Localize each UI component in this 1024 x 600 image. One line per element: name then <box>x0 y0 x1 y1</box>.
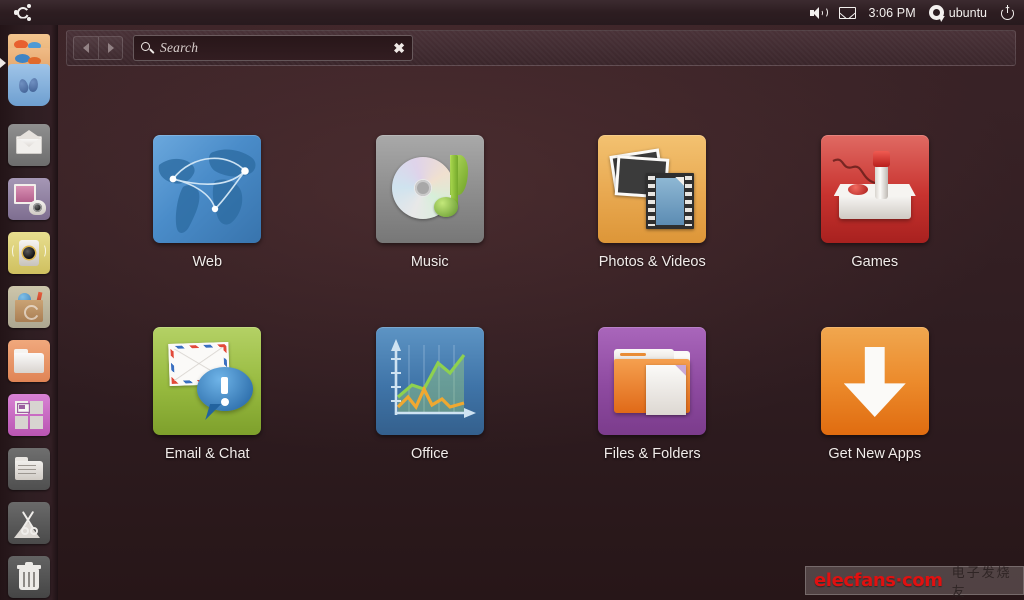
clock-label: 3:06 PM <box>869 6 916 20</box>
dash-search-bar: Search ✖ <box>66 30 1016 66</box>
launcher-item-ubuntu-software-center[interactable] <box>0 280 58 334</box>
watermark: elecfans·com 电子发烧友 <box>805 566 1024 595</box>
launcher-item-accessories[interactable] <box>0 496 58 550</box>
app-label: Web <box>192 254 222 270</box>
rhythmbox-music-icon <box>8 232 50 274</box>
dash-app-games[interactable]: Games <box>795 135 955 270</box>
download-arrow-icon <box>844 347 906 417</box>
top-panel: 3:06 PM ubuntu <box>0 0 1024 25</box>
launcher-item-workspace-switcher[interactable] <box>0 388 58 442</box>
volume-indicator[interactable] <box>810 6 826 20</box>
files-manager-icon <box>8 448 50 490</box>
app-label: Files & Folders <box>604 446 701 462</box>
launcher-item-mail-client[interactable] <box>0 118 58 172</box>
web-icon <box>153 135 261 243</box>
scissors-icon <box>8 502 50 544</box>
clock-indicator[interactable]: 3:06 PM <box>869 6 916 20</box>
app-label: Office <box>411 446 449 462</box>
cheese-webcam-icon <box>8 178 50 220</box>
username-label: ubuntu <box>949 6 987 20</box>
clear-search-button[interactable]: ✖ <box>393 41 405 55</box>
dash-app-web[interactable]: Web <box>127 135 287 270</box>
games-icon <box>821 135 929 243</box>
photos-videos-icon <box>598 135 706 243</box>
arrow-left-icon <box>83 43 89 53</box>
office-icon <box>376 327 484 435</box>
dash-navigation-buttons <box>73 36 123 60</box>
mail-icon <box>839 7 856 19</box>
panel-indicators: 3:06 PM ubuntu <box>810 5 1024 20</box>
launcher-item-trash[interactable] <box>0 550 58 600</box>
session-indicator[interactable]: ubuntu <box>929 5 987 20</box>
app-label: Get New Apps <box>828 446 921 462</box>
mail-client-icon <box>8 124 50 166</box>
unity-launcher <box>0 25 58 600</box>
arrow-right-icon <box>108 43 114 53</box>
app-label: Photos & Videos <box>599 254 706 270</box>
power-icon <box>1000 5 1015 20</box>
get-new-apps-icon <box>821 327 929 435</box>
music-icon <box>376 135 484 243</box>
dash-app-office[interactable]: Office <box>350 327 510 462</box>
ubuntu-logo-icon <box>15 4 32 21</box>
app-label: Music <box>411 254 449 270</box>
email-chat-icon <box>153 327 261 435</box>
launcher-item-rhythmbox-music[interactable] <box>0 226 58 280</box>
ubuntu-logo-button[interactable] <box>0 0 46 25</box>
dash-app-grid: Web Music Photos & Videos <box>58 135 1024 462</box>
search-placeholder: Search <box>160 40 393 56</box>
dash-app-photos-videos[interactable]: Photos & Videos <box>572 135 732 270</box>
stack-icon-bottom <box>8 64 50 106</box>
trash-icon <box>8 556 50 598</box>
launcher-item-cheese-webcam[interactable] <box>0 172 58 226</box>
dash-app-get-new-apps[interactable]: Get New Apps <box>795 327 955 462</box>
search-icon <box>141 42 154 55</box>
launcher-item-home-folder[interactable] <box>0 334 58 388</box>
dash-app-email-chat[interactable]: Email & Chat <box>127 327 287 462</box>
search-input[interactable]: Search ✖ <box>133 35 413 61</box>
workspace-switcher-icon <box>8 394 50 436</box>
home-folder-icon <box>8 340 50 382</box>
launcher-item-workspace-stack[interactable] <box>0 28 58 118</box>
app-label: Games <box>851 254 898 270</box>
watermark-main-text: elecfans·com <box>814 570 943 591</box>
unity-dash: Search ✖ <box>58 25 1024 600</box>
power-indicator[interactable] <box>1000 5 1015 20</box>
messaging-indicator[interactable] <box>839 7 856 19</box>
app-label: Email & Chat <box>165 446 250 462</box>
user-avatar-icon <box>929 5 944 20</box>
watermark-secondary-text: 电子发烧友 <box>952 562 1023 600</box>
dash-app-files-folders[interactable]: Files & Folders <box>572 327 732 462</box>
back-button[interactable] <box>74 37 98 59</box>
ubuntu-software-center-icon <box>8 286 50 328</box>
dash-app-music[interactable]: Music <box>350 135 510 270</box>
launcher-item-files-manager[interactable] <box>0 442 58 496</box>
launcher-active-arrow-icon <box>0 58 6 68</box>
files-folders-icon <box>598 327 706 435</box>
forward-button[interactable] <box>98 37 122 59</box>
volume-icon <box>810 6 826 20</box>
